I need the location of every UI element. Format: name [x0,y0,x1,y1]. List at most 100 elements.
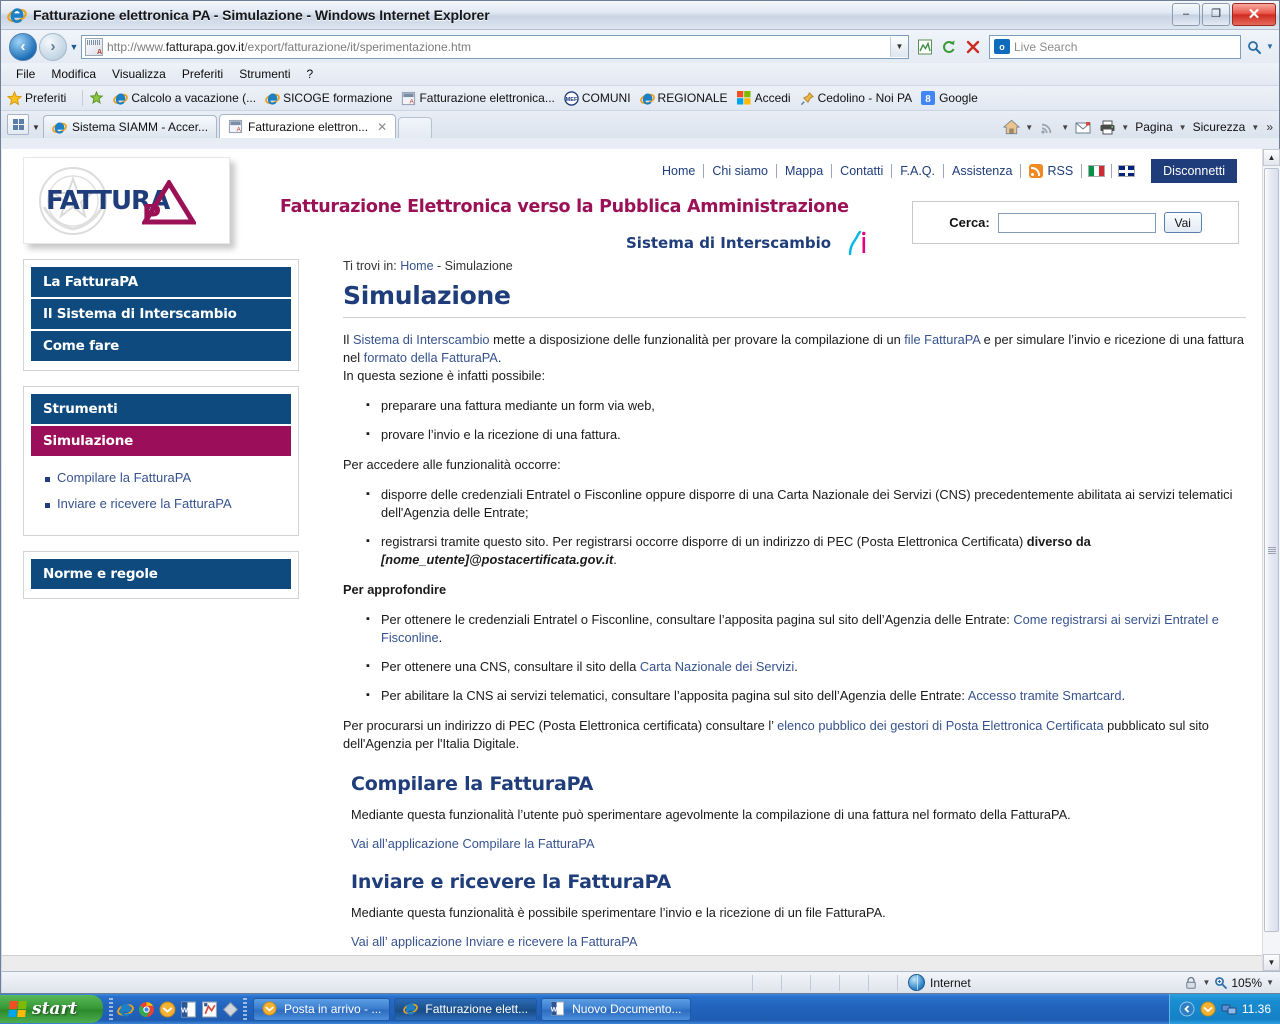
sidebar-item-come-fare[interactable]: Come fare [31,331,291,361]
topnav-mappa[interactable]: Mappa [777,164,831,178]
add-to-favorites-icon[interactable] [90,90,105,106]
favorites-button[interactable]: Preferiti [7,90,66,106]
link-vai-compilare[interactable]: Vai all’applicazione Compilare la Fattur… [351,836,595,851]
logout-button[interactable]: Disconnetti [1151,159,1237,183]
topnav-contatti[interactable]: Contatti [832,164,891,178]
menu-item-modifica[interactable]: Modifica [44,65,103,83]
command-sicurezza[interactable]: Sicurezza [1190,120,1249,134]
menu-item-help[interactable]: ? [300,65,321,83]
breadcrumb-home-link[interactable]: Home [400,259,433,273]
sidebar-item-la-fatturapa[interactable]: La FatturaPA [31,267,291,297]
scrollbar-thumb[interactable] [1264,168,1279,932]
link-sistema-interscambio[interactable]: Sistema di Interscambio [353,332,490,347]
link-accesso-smartcard[interactable]: Accesso tramite Smartcard [968,688,1122,703]
link-vai-inviare[interactable]: Vai all’ applicazione Inviare e ricevere… [351,934,637,949]
word-icon[interactable]: W [180,1001,197,1018]
quick-launch-grip[interactable] [109,998,113,1020]
sidebar-item-norme-e-regole[interactable]: Norme e regole [31,559,291,589]
list-item[interactable]: Inviare e ricevere la FatturaPA [45,496,291,511]
recent-pages-dropdown[interactable]: ▼ [67,42,81,52]
stop-icon[interactable] [961,35,985,59]
sidebar-item-sistema-interscambio[interactable]: Il Sistema di Interscambio [31,299,291,329]
menu-item-preferiti[interactable]: Preferiti [175,65,230,83]
sidebar-sublink-compilare[interactable]: Compilare la FatturaPA [57,470,191,485]
favorite-item-cedolino[interactable]: Cedolino - Noi PA [800,91,912,106]
favorite-item-accedi[interactable]: Accedi [736,90,791,106]
page-dropdown-icon[interactable]: ▼ [1178,123,1188,132]
scrollbar-track[interactable] [1263,166,1280,954]
network-tray-icon[interactable] [1221,1001,1237,1017]
favorite-item-comuni[interactable]: MEF COMUNI [564,90,631,106]
menu-item-file[interactable]: File [9,65,42,83]
topnav-rss[interactable]: RSS [1045,164,1081,178]
scroll-down-arrow-icon[interactable]: ▼ [1263,954,1280,971]
favorite-item-sicoge[interactable]: SICOGE formazione [265,91,392,106]
protected-mode-dropdown-icon[interactable]: ▼ [1202,978,1210,987]
command-overflow-icon[interactable]: » [1266,120,1273,134]
search-provider-dropdown-icon[interactable]: ▼ [1265,42,1275,51]
list-item[interactable]: Compilare la FatturaPA [45,470,291,485]
browser-search-box[interactable]: o Live Search [989,34,1241,59]
quick-launch-grip[interactable] [243,998,247,1020]
close-button[interactable]: ✕ [1232,3,1276,26]
print-dropdown-icon[interactable]: ▼ [1120,123,1130,132]
command-page[interactable]: Pagina [1132,120,1175,134]
address-dropdown-icon[interactable]: ▼ [890,36,908,57]
link-formato-fatturapa[interactable]: formato della FatturaPA [364,350,498,365]
site-search-button[interactable]: Vai [1163,212,1202,233]
search-submit-icon[interactable] [1243,36,1265,58]
sicurezza-dropdown-icon[interactable]: ▼ [1250,123,1260,132]
mail-icon[interactable] [1072,117,1094,137]
media-icon[interactable] [201,1001,218,1018]
restore-button[interactable]: ❐ [1202,3,1230,26]
flag-uk-icon[interactable] [1118,165,1136,177]
ie-icon[interactable] [117,1001,134,1018]
security-zone-cell[interactable]: Internet [897,974,971,991]
fatturapa-logo[interactable]: FATTURA P [23,157,230,244]
link-carta-nazionale-servizi[interactable]: Carta Nazionale dei Servizi [640,659,794,674]
favorite-item-calcolo[interactable]: Calcolo a vacazione (... [113,91,256,106]
start-button[interactable]: start [0,995,103,1023]
favorite-item-fatturazione[interactable]: A Fatturazione elettronica... [401,91,555,106]
outlook-tray-icon[interactable] [1200,1001,1216,1017]
refresh-icon[interactable] [937,35,961,59]
chrome-icon[interactable] [138,1001,155,1018]
home-icon[interactable] [1000,117,1022,137]
tab-close-icon[interactable]: ✕ [377,120,387,134]
menu-item-visualizza[interactable]: Visualizza [105,65,173,83]
zoom-cell[interactable]: ▼ 105% ▼ [1184,976,1280,990]
taskbar-item-nuovo-documento[interactable]: W Nuovo Documento... [541,997,691,1021]
tray-clock[interactable]: 11.36 [1242,1002,1271,1016]
link-file-fatturapa[interactable]: file FatturaPA [904,332,980,347]
favorite-item-regionale[interactable]: REGIONALE [639,91,728,106]
tab-fatturazione-elettronica[interactable]: A Fatturazione elettron... ✕ [219,114,397,138]
site-search-input[interactable] [997,212,1156,233]
outlook-icon[interactable] [159,1001,176,1018]
page-scrollbar-vertical[interactable]: ▲ ▼ [1262,149,1280,971]
quick-tabs-button[interactable] [7,114,29,135]
taskbar-item-posta[interactable]: Posta in arrivo - ... [253,997,391,1021]
topnav-faq[interactable]: F.A.Q. [892,164,943,178]
topnav-chi-siamo[interactable]: Chi siamo [704,164,776,178]
sidebar-item-simulazione[interactable]: Simulazione [31,426,291,456]
tray-expand-icon[interactable] [1179,1001,1195,1017]
zoom-dropdown-icon[interactable]: ▼ [1266,978,1274,987]
flag-italy-icon[interactable] [1088,165,1106,177]
rss-icon[interactable] [1029,164,1044,178]
sidebar-item-strumenti[interactable]: Strumenti [31,394,291,424]
topnav-home[interactable]: Home [654,164,703,178]
favorite-item-google[interactable]: 8 Google [921,90,978,106]
back-button[interactable]: ‹ [9,32,37,61]
taskbar-item-fatturazione[interactable]: Fatturazione elett... [394,997,538,1021]
tab-sistema-siamm[interactable]: Sistema SIAMM - Accer... [43,115,218,138]
forward-button[interactable]: › [39,32,67,61]
menu-item-strumenti[interactable]: Strumenti [232,65,297,83]
show-desktop-icon[interactable] [222,1001,239,1018]
address-bar[interactable]: http://www.fatturapa.gov.it/export/fattu… [81,34,909,59]
topnav-assistenza[interactable]: Assistenza [944,164,1020,178]
sidebar-sublink-inviare[interactable]: Inviare e ricevere la FatturaPA [57,496,232,511]
home-dropdown-icon[interactable]: ▼ [1024,123,1034,132]
compatibility-view-icon[interactable] [913,35,937,59]
print-icon[interactable] [1096,117,1118,137]
link-elenco-gestori-pec[interactable]: elenco pubblico dei gestori di Posta Ele… [774,718,1104,733]
